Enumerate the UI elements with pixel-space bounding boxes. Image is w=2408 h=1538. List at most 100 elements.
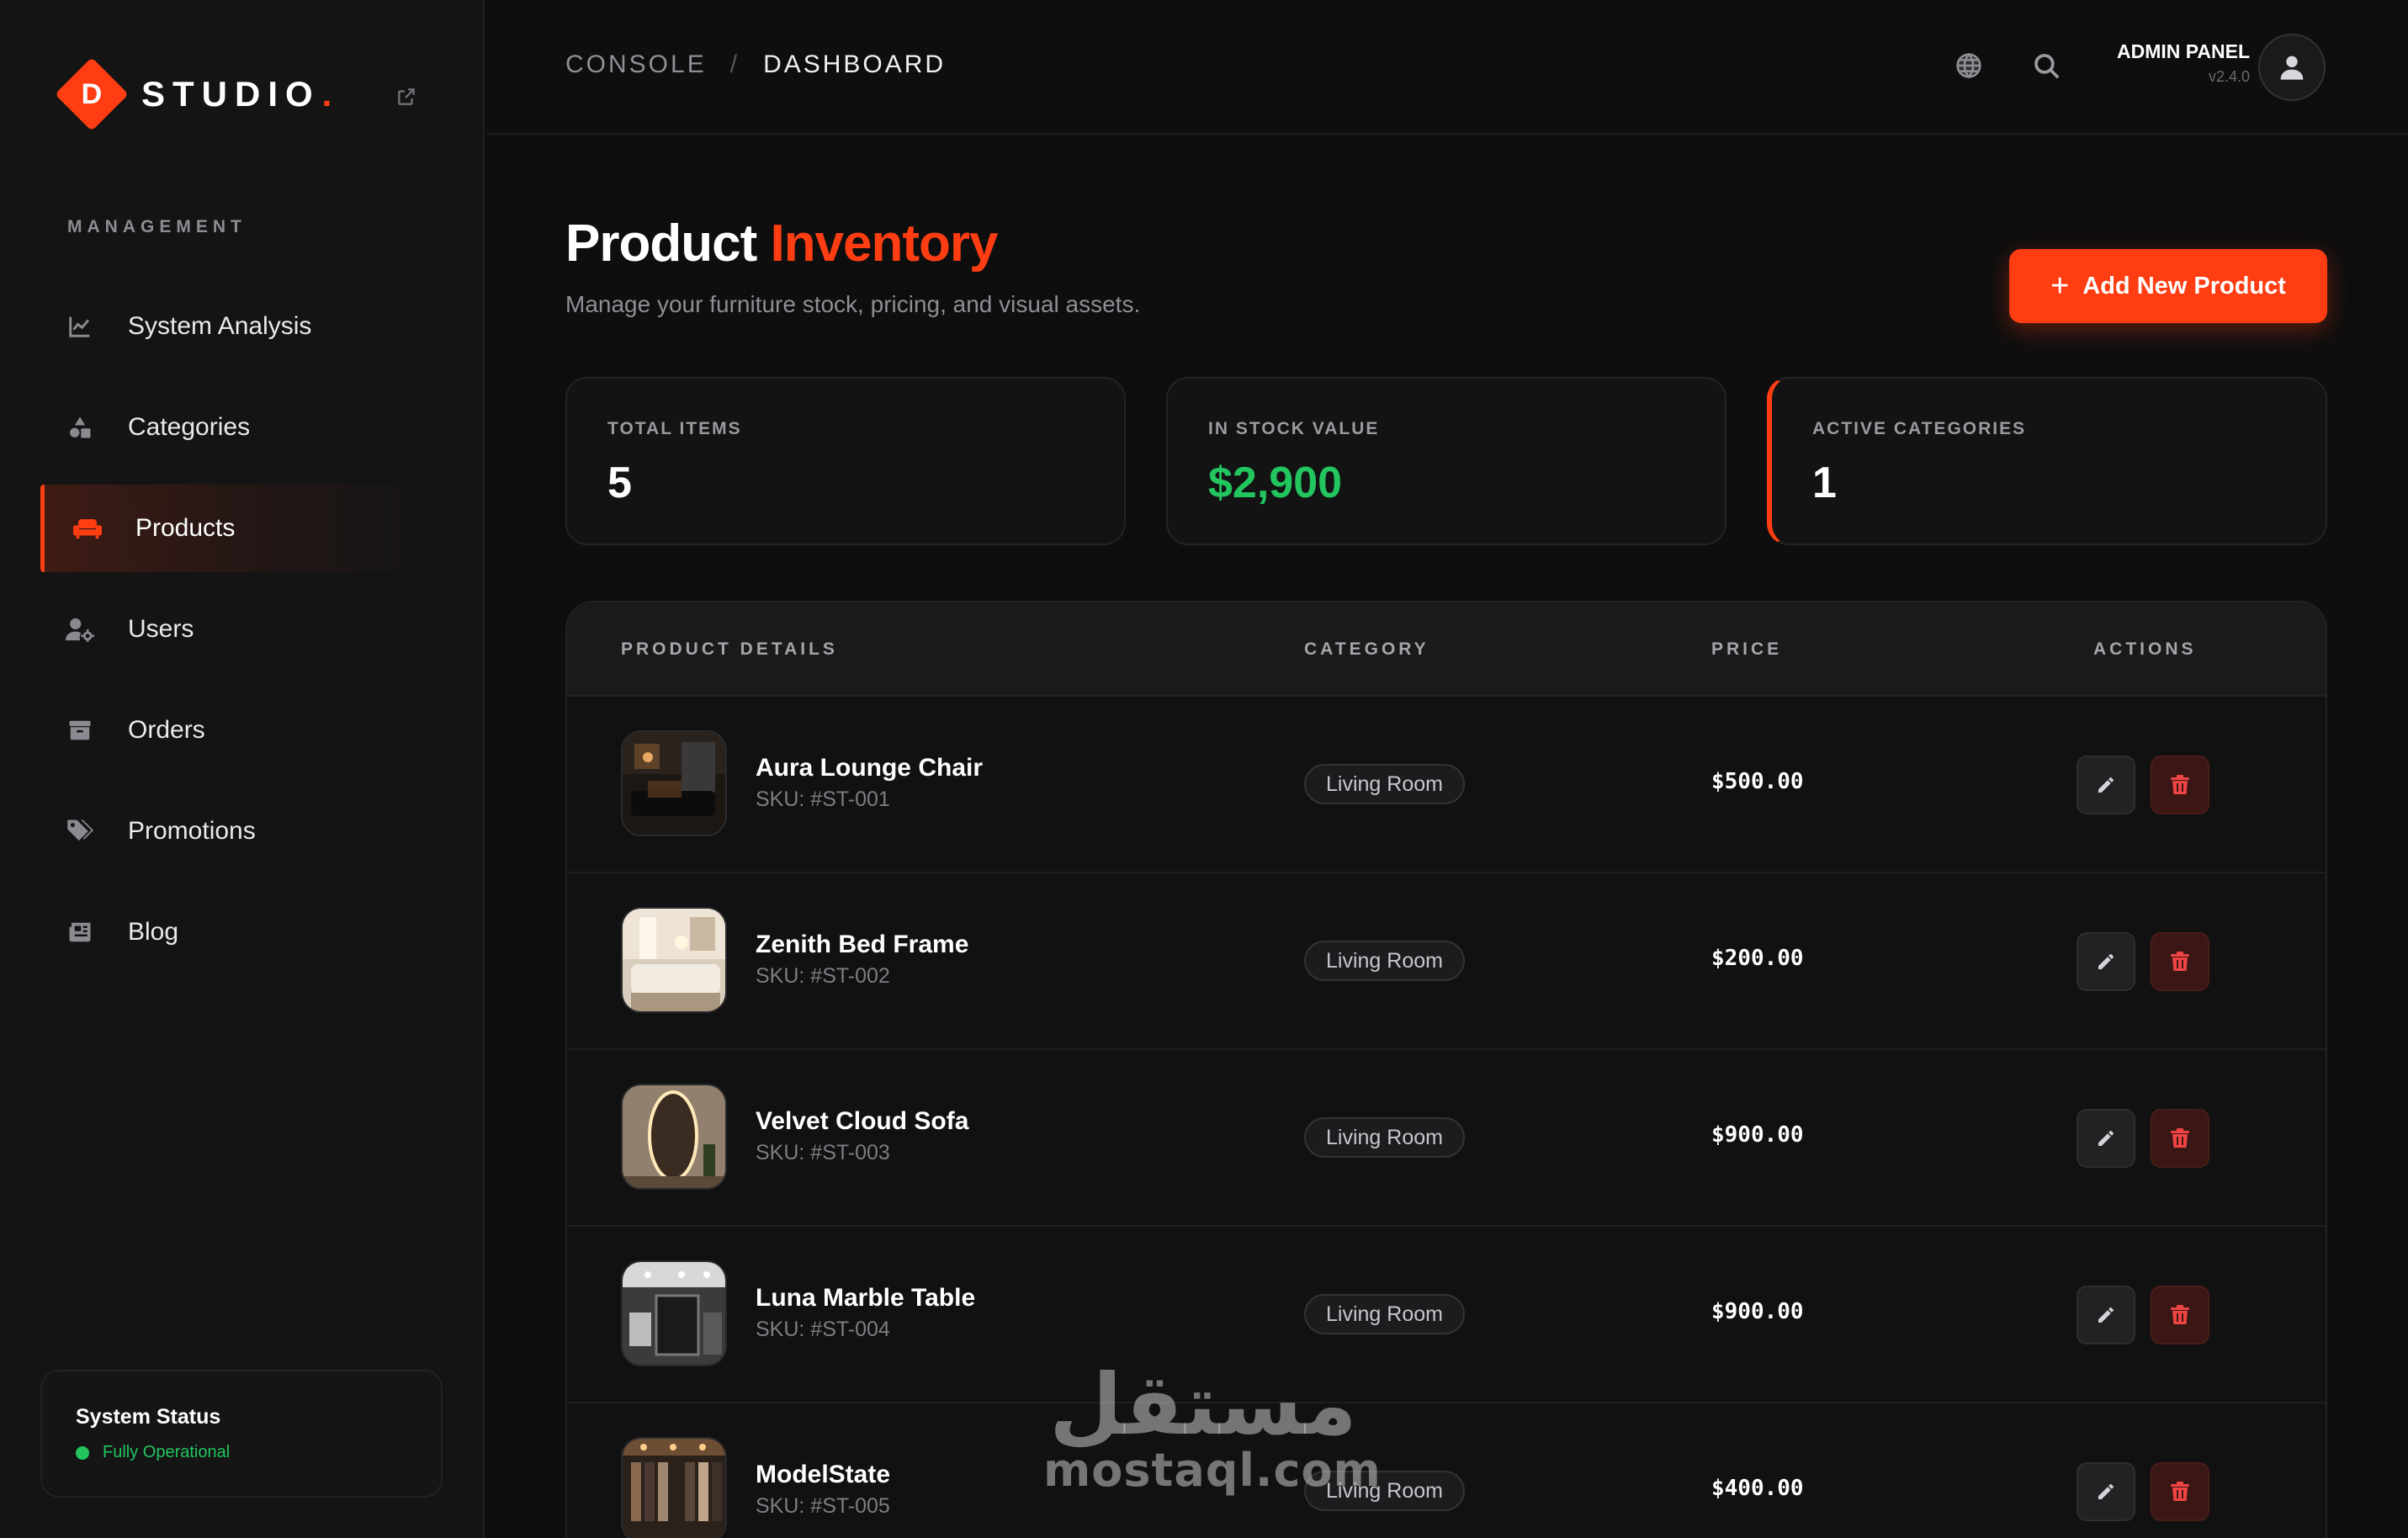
logo-text: STUDIO	[141, 74, 321, 114]
product-price: $200.00	[1711, 946, 1804, 971]
stat-value: $2,900	[1208, 459, 1343, 507]
brand-logo[interactable]: D STUDIO.	[55, 56, 332, 133]
newspaper-icon	[66, 918, 94, 947]
page-title: Product Inventory	[565, 214, 999, 273]
table-row: Zenith Bed Frame SKU: #ST-002 Living Roo…	[567, 873, 2326, 1050]
column-header-product-details: PRODUCT DETAILS	[621, 639, 838, 659]
sidebar-item-blog[interactable]: Blog	[40, 888, 443, 976]
trash-icon	[2171, 952, 2189, 971]
sidebar-item-products[interactable]: Products	[40, 485, 443, 572]
table-row: Velvet Cloud Sofa SKU: #ST-003 Living Ro…	[567, 1050, 2326, 1227]
breadcrumb-dashboard: DASHBOARD	[763, 50, 947, 78]
trash-icon	[2171, 1128, 2189, 1148]
product-thumbnail	[621, 1437, 727, 1538]
product-price: $400.00	[1711, 1476, 1804, 1501]
status-text: Fully Operational	[103, 1443, 231, 1461]
delete-button[interactable]	[2151, 756, 2209, 814]
product-name: Zenith Bed Frame	[756, 931, 969, 958]
edit-button[interactable]	[2077, 756, 2135, 814]
product-name: Luna Marble Table	[756, 1284, 976, 1312]
breadcrumb: CONSOLE / DASHBOARD	[565, 50, 946, 79]
sidebar: D STUDIO. MANAGEMENT System Analysis Cat…	[0, 0, 485, 1538]
tags-icon	[66, 817, 94, 846]
status-title: System Status	[76, 1405, 221, 1429]
delete-button[interactable]	[2151, 932, 2209, 991]
pencil-icon	[2098, 1130, 2114, 1146]
sidebar-item-categories[interactable]: Categories	[40, 384, 443, 471]
logo-dot: .	[321, 74, 332, 114]
edit-button[interactable]	[2077, 1109, 2135, 1168]
status-line: Fully Operational	[76, 1443, 407, 1462]
product-thumbnail	[621, 1260, 727, 1366]
edit-button[interactable]	[2077, 1286, 2135, 1344]
category-badge: Living Room	[1304, 764, 1465, 804]
couch-icon	[73, 514, 102, 543]
sidebar-item-system-analysis[interactable]: System Analysis	[40, 283, 443, 370]
product-thumbnail	[621, 907, 727, 1013]
watermark: مستقل mostaql.com	[1043, 1363, 1382, 1498]
sidebar-item-label: System Analysis	[128, 312, 312, 340]
logo-mark: D	[55, 57, 129, 131]
pencil-icon	[2098, 1307, 2114, 1323]
add-product-button[interactable]: + Add New Product	[2009, 249, 2327, 323]
column-header-category: CATEGORY	[1304, 639, 1429, 659]
edit-button[interactable]	[2077, 1462, 2135, 1521]
trash-icon	[2171, 1305, 2189, 1324]
table-row: Luna Marble Table SKU: #ST-004 Living Ro…	[567, 1227, 2326, 1403]
category-badge: Living Room	[1304, 941, 1465, 981]
admin-title: ADMIN PANEL	[2116, 40, 2250, 62]
stat-active-categories: ACTIVE CATEGORIES 1	[1767, 377, 2327, 545]
delete-button[interactable]	[2151, 1286, 2209, 1344]
product-price: $500.00	[1711, 769, 1804, 794]
sidebar-item-label: Promotions	[128, 817, 256, 845]
trash-icon	[2171, 1482, 2189, 1501]
product-name: Velvet Cloud Sofa	[756, 1107, 969, 1135]
watermark-latin: mostaql.com	[1043, 1444, 1382, 1497]
section-label: MANAGEMENT	[67, 217, 247, 236]
product-thumbnail	[621, 730, 727, 836]
page-subtitle: Manage your furniture stock, pricing, an…	[565, 291, 1141, 317]
globe-icon[interactable]	[1954, 50, 1984, 81]
product-sku: SKU: #ST-001	[756, 788, 890, 811]
sidebar-item-label: Products	[135, 514, 236, 542]
sidebar-item-label: Categories	[128, 413, 251, 441]
pencil-icon	[2098, 953, 2114, 969]
sidebar-item-promotions[interactable]: Promotions	[40, 788, 443, 875]
table-header: PRODUCT DETAILS CATEGORY PRICE ACTIONS	[567, 602, 2326, 697]
external-link-icon[interactable]	[395, 86, 417, 108]
pencil-icon	[2098, 1483, 2114, 1499]
stat-total-items: TOTAL ITEMS 5	[565, 377, 1126, 545]
column-header-actions: ACTIONS	[2093, 639, 2197, 659]
stat-value: 5	[607, 459, 632, 507]
page-title-plain: Product	[565, 215, 757, 273]
top-header: CONSOLE / DASHBOARD ADMIN PANEL v2.4.0	[486, 0, 2408, 135]
pencil-icon	[2098, 777, 2114, 793]
stat-stock-value: IN STOCK VALUE $2,900	[1166, 377, 1726, 545]
sidebar-item-orders[interactable]: Orders	[40, 687, 443, 774]
delete-button[interactable]	[2151, 1462, 2209, 1521]
delete-button[interactable]	[2151, 1109, 2209, 1168]
archive-box-icon	[66, 716, 94, 745]
sidebar-nav: System Analysis Categories Products User…	[40, 283, 443, 989]
status-dot-icon	[76, 1445, 89, 1460]
search-icon[interactable]	[2031, 50, 2061, 81]
product-sku: SKU: #ST-005	[756, 1494, 890, 1518]
chart-line-icon	[66, 312, 94, 341]
system-status-card: System Status Fully Operational	[40, 1370, 443, 1498]
breadcrumb-separator: /	[729, 50, 740, 78]
products-table: PRODUCT DETAILS CATEGORY PRICE ACTIONS A…	[565, 601, 2327, 1538]
product-name: ModelState	[756, 1461, 891, 1488]
stat-label: TOTAL ITEMS	[607, 419, 742, 438]
product-price: $900.00	[1711, 1122, 1804, 1148]
sidebar-item-users[interactable]: Users	[40, 586, 443, 673]
breadcrumb-console[interactable]: CONSOLE	[565, 50, 707, 79]
avatar[interactable]	[2258, 34, 2326, 101]
page-title-accent: Inventory	[770, 215, 998, 273]
sidebar-item-label: Users	[128, 615, 194, 643]
admin-version: v2.4.0	[2208, 68, 2250, 85]
product-thumbnail	[621, 1084, 727, 1190]
edit-button[interactable]	[2077, 932, 2135, 991]
product-sku: SKU: #ST-003	[756, 1141, 890, 1164]
product-name: Aura Lounge Chair	[756, 754, 984, 782]
trash-icon	[2171, 775, 2189, 794]
